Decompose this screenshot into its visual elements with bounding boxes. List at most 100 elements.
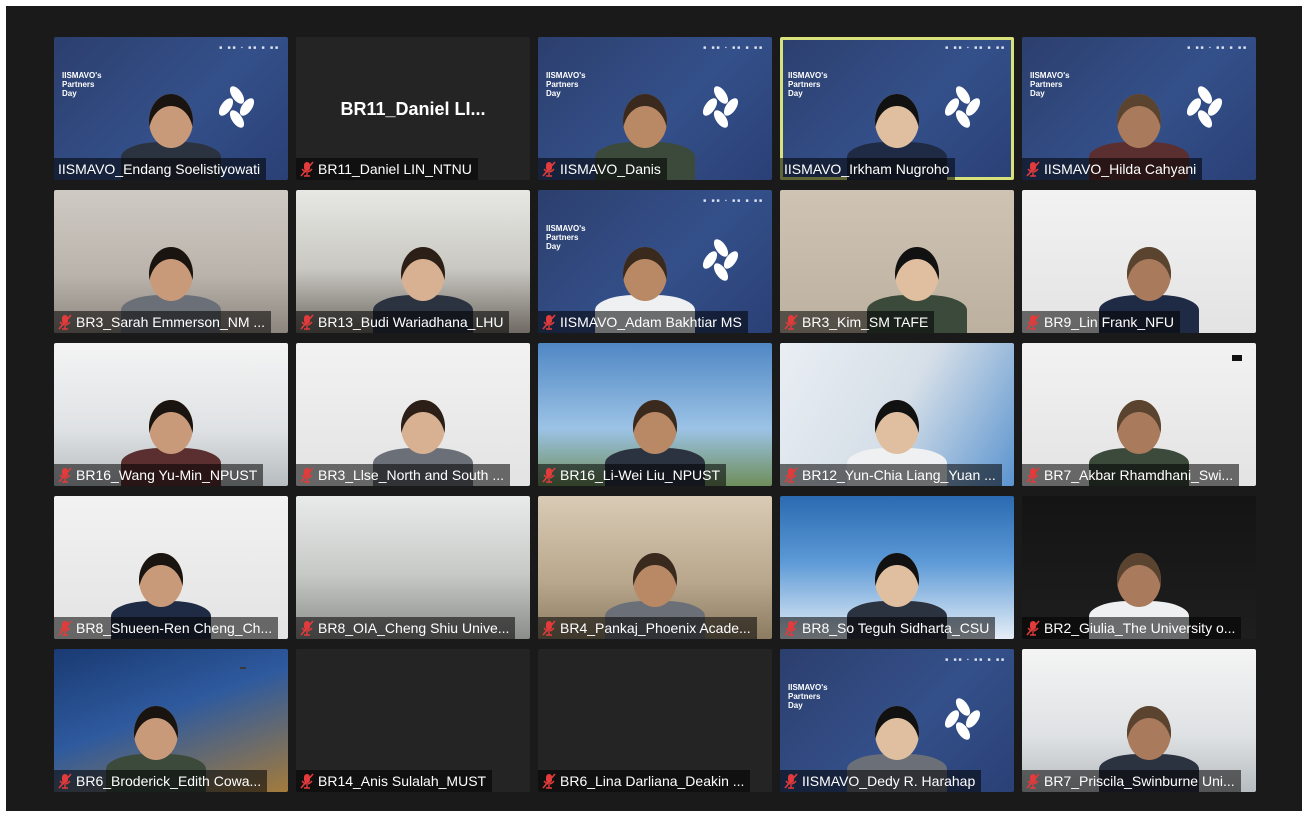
muted-microphone-icon [542,773,556,789]
participant-name: IISMAVO_Adam Bakhtiar MS [560,314,742,330]
participant-name-tag: BR16_Li-Wei Liu_NPUST [538,464,727,486]
muted-microphone-icon [58,314,72,330]
muted-microphone-icon [300,620,314,636]
event-title-overlay: IISMAVO's Partners Day [546,71,586,98]
participant-tile[interactable]: BR9_Lin Frank_NFU [1022,190,1256,333]
participant-name-tag: BR9_Lin Frank_NFU [1022,311,1180,333]
participant-tile[interactable]: BR8_OIA_Cheng Shiu Unive... [296,496,530,639]
participant-tile[interactable]: IISMAVO's Partners Day ■ ■■ ▪ ■■ ■ ■■ IISM… [538,37,772,180]
muted-microphone-icon [1026,467,1040,483]
participant-name: IISMAVO_Hilda Cahyani [1044,161,1197,177]
participant-name: BR3_Kim_SM TAFE [802,314,929,330]
participant-name: BR8_Shueen-Ren Cheng_Ch... [76,620,273,636]
participant-tile[interactable]: BR13_Budi Wariadhana_LHU [296,190,530,333]
participant-name: BR8_So Teguh Sidharta_CSU [802,620,990,636]
participant-name-tag: BR3_Llse_North and South ... [296,464,511,486]
participant-name-tag: BR4_Pankaj_Phoenix Acade... [538,617,757,639]
participant-name-tag: BR12_Yun-Chia Liang_Yuan ... [780,464,1002,486]
participant-name-tag: IISMAVO_Endang Soelistiyowati [54,158,267,180]
participant-tile[interactable]: BR3_Llse_North and South ... [296,343,530,486]
muted-microphone-icon [300,773,314,789]
participant-name: BR16_Wang Yu-Min_NPUST [76,467,258,483]
participant-name: BR2_Giulia_The University o... [1044,620,1236,636]
participant-tile[interactable]: IISMAVO's Partners Day ■ ■■ ▪ ■■ ■ ■■ IISM… [54,37,288,180]
participant-name: BR16_Li-Wei Liu_NPUST [560,467,721,483]
participant-name: BR9_Lin Frank_NFU [1044,314,1174,330]
participant-name: BR6_Lina Darliana_Deakin ... [560,773,745,789]
participant-name-tag: BR8_So Teguh Sidharta_CSU [780,617,996,639]
participant-tile[interactable]: BR3_Sarah Emmerson_NM ... [54,190,288,333]
participant-name: BR8_OIA_Cheng Shiu Unive... [318,620,510,636]
participant-name: BR4_Pankaj_Phoenix Acade... [560,620,751,636]
event-title-overlay: IISMAVO's Partners Day [788,71,828,98]
muted-microphone-icon [1026,620,1040,636]
muted-microphone-icon [300,314,314,330]
muted-microphone-icon [542,467,556,483]
participant-tile[interactable]: BR3_Kim_SM TAFE [780,190,1014,333]
participant-name: BR13_Budi Wariadhana_LHU [318,314,504,330]
participant-tile[interactable]: IISMAVO's Partners Day ■ ■■ ▪ ■■ ■ ■■ IISM… [780,37,1014,180]
participant-name: BR11_Daniel LIN_NTNU [318,161,472,177]
participant-tile[interactable]: BR7_Priscila_Swinburne Uni... [1022,649,1256,792]
participant-tile[interactable]: BR7_Akbar Rhamdhani_Swi... [1022,343,1256,486]
participant-name: BR3_Sarah Emmerson_NM ... [76,314,266,330]
participant-name: BR12_Yun-Chia Liang_Yuan ... [802,467,996,483]
muted-microphone-icon [784,314,798,330]
participant-tile[interactable]: IISMAVO's Partners Day ■ ■■ ▪ ■■ ■ ■■ IISM… [538,190,772,333]
muted-microphone-icon [300,161,314,177]
participant-name: BR3_Llse_North and South ... [318,467,505,483]
participant-name-tag: BR16_Wang Yu-Min_NPUST [54,464,264,486]
muted-microphone-icon [1026,773,1040,789]
flower-logo-icon [702,86,739,128]
sponsor-logos: ■ ■■ ▪ ■■ ■ ■■ [945,657,1006,663]
participant-name-tag: BR8_OIA_Cheng Shiu Unive... [296,617,516,639]
participant-tile[interactable]: BR8_Shueen-Ren Cheng_Ch... [54,496,288,639]
sponsor-logos: ■ ■■ ▪ ■■ ■ ■■ [1187,45,1248,51]
muted-microphone-icon [58,467,72,483]
participant-tile[interactable]: BR16_Wang Yu-Min_NPUST [54,343,288,486]
participant-name-tag: BR11_Daniel LIN_NTNU [296,158,478,180]
participant-tile[interactable]: BR8_So Teguh Sidharta_CSU [780,496,1014,639]
participant-name-tag: BR8_Shueen-Ren Cheng_Ch... [54,617,279,639]
muted-microphone-icon [300,467,314,483]
muted-microphone-icon [784,620,798,636]
participant-name-tag: BR14_Anis Sulalah_MUST [296,770,493,792]
participant-tile[interactable]: BR14_Anis Sulalah_MUST [296,649,530,792]
participant-tile[interactable]: IISMAVO's Partners Day ■ ■■ ▪ ■■ ■ ■■ IISM… [780,649,1014,792]
participant-name: BR7_Akbar Rhamdhani_Swi... [1044,467,1234,483]
participant-name-tag: IISMAVO_Adam Bakhtiar MS [538,311,748,333]
participant-name-tag: BR3_Kim_SM TAFE [780,311,935,333]
sponsor-logos: ■ ■■ ▪ ■■ ■ ■■ [703,45,764,51]
muted-microphone-icon [1026,161,1040,177]
muted-microphone-icon [1026,314,1040,330]
event-title-overlay: IISMAVO's Partners Day [546,224,586,251]
sponsor-logos: ■ ■■ ▪ ■■ ■ ■■ [703,198,764,204]
participant-name: IISMAVO_Danis [560,161,661,177]
participant-tile[interactable]: BR6_Lina Darliana_Deakin ... [538,649,772,792]
participant-tile[interactable]: BR2_Giulia_The University o... [1022,496,1256,639]
participant-tile[interactable]: IISMAVO's Partners Day ■ ■■ ▪ ■■ ■ ■■ IISM… [1022,37,1256,180]
sponsor-logos: ■ ■■ ▪ ■■ ■ ■■ [219,45,280,51]
participant-name-tag: BR7_Priscila_Swinburne Uni... [1022,770,1241,792]
participant-name-tag: BR13_Budi Wariadhana_LHU [296,311,510,333]
participant-name: IISMAVO_Endang Soelistiyowati [58,161,261,177]
participant-name-tag: BR6_Lina Darliana_Deakin ... [538,770,751,792]
participant-tile[interactable]: BR12_Yun-Chia Liang_Yuan ... [780,343,1014,486]
background-sign-text [240,667,246,669]
participant-tile[interactable]: BR6_Broderick_Edith Cowa... [54,649,288,792]
muted-microphone-icon [58,773,72,789]
event-title-overlay: IISMAVO's Partners Day [788,683,828,710]
muted-microphone-icon [542,161,556,177]
participant-tile[interactable]: BR4_Pankaj_Phoenix Acade... [538,496,772,639]
participant-name-tag: BR6_Broderick_Edith Cowa... [54,770,268,792]
participant-tile[interactable]: BR16_Li-Wei Liu_NPUST [538,343,772,486]
participant-name-tag: IISMAVO_Irkham Nugroho [780,158,956,180]
gallery-view-grid: IISMAVO's Partners Day ■ ■■ ▪ ■■ ■ ■■ IISM… [54,37,1256,792]
muted-microphone-icon [542,620,556,636]
event-title-overlay: IISMAVO's Partners Day [1030,71,1070,98]
muted-microphone-icon [542,314,556,330]
participant-name-tag: IISMAVO_Hilda Cahyani [1022,158,1203,180]
participant-tile[interactable]: BR11_Daniel LI... BR11_Daniel LIN_NTNU [296,37,530,180]
participant-name-tag: IISMAVO_Danis [538,158,667,180]
background-sign-text [1232,355,1242,361]
